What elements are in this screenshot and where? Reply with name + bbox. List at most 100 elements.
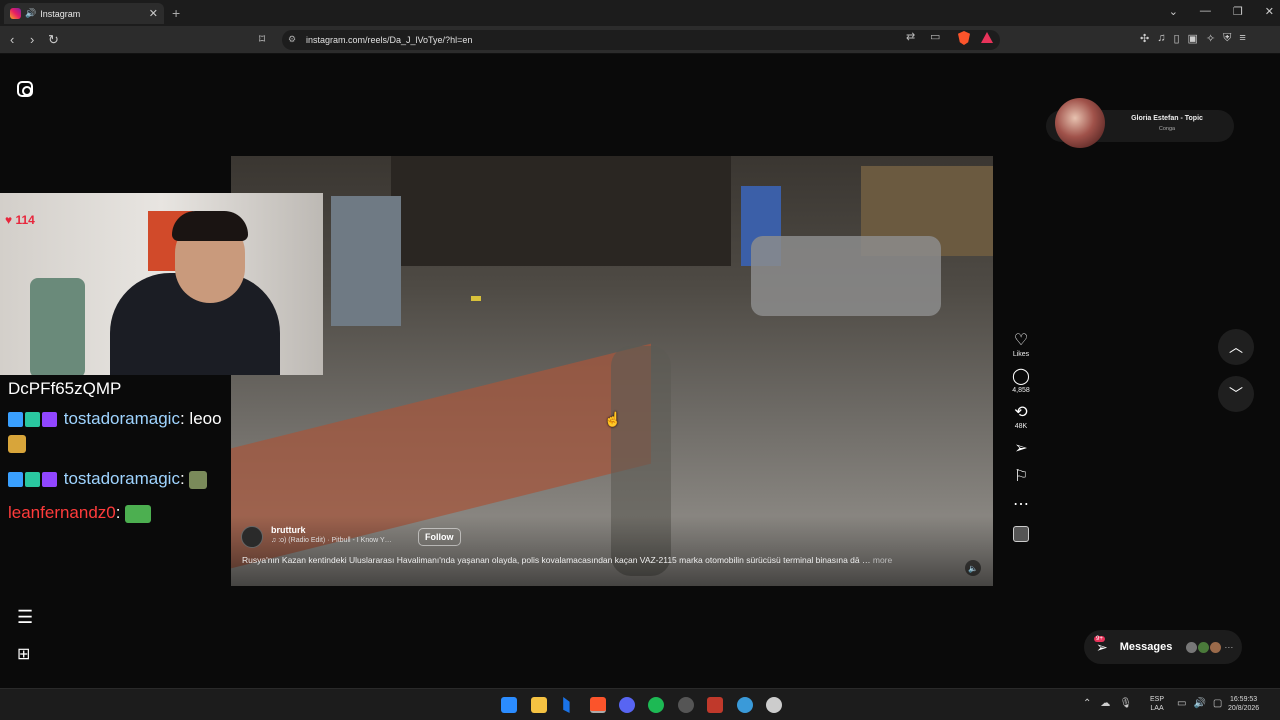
close-window-icon[interactable]: ✕	[1265, 5, 1274, 18]
chat-message: leanfernandz0:	[8, 503, 152, 523]
car-in-terminal	[751, 236, 941, 316]
site-settings-icon[interactable]: ⚙	[288, 34, 296, 45]
more-icon: ⋯	[1013, 496, 1029, 513]
vpn-icon[interactable]: ⛨	[1223, 32, 1231, 45]
comment-button[interactable]: ◯ 4,858	[1012, 368, 1030, 394]
discord-icon[interactable]	[619, 697, 635, 713]
sub-badge-icon	[25, 412, 40, 428]
comments-count: 4,858	[1012, 387, 1030, 394]
chevron-up-icon: ︿	[1229, 339, 1243, 355]
comment-icon: ◯	[1012, 368, 1030, 385]
sword-badge-icon	[8, 472, 23, 488]
mute-button[interactable]: 🔈	[965, 560, 981, 576]
chevron-up-icon[interactable]: ⌃	[1083, 698, 1091, 709]
caption-more-link[interactable]: more	[873, 555, 892, 565]
network-tray-icon[interactable]: ☁	[1100, 698, 1110, 709]
ccleaner-icon[interactable]	[766, 697, 782, 713]
file-explorer-icon[interactable]	[531, 697, 547, 713]
chat-message: tostadoramagic:	[8, 469, 208, 489]
more-icon: ⋯	[1224, 641, 1234, 652]
brave-rewards-icon[interactable]	[981, 32, 993, 43]
messages-button[interactable]: ➢ 9+ Messages ⋯	[1084, 630, 1242, 664]
audio-thumbnail[interactable]	[1013, 526, 1029, 542]
streamer-webcam: ♥ 114	[0, 193, 323, 375]
bing-icon[interactable]	[563, 697, 570, 713]
media-icon[interactable]: ♫	[1157, 32, 1165, 45]
chat-username: DcPFf65zQMP	[8, 379, 122, 398]
previous-reel-button[interactable]: ︿	[1218, 329, 1254, 365]
avatar	[1198, 641, 1210, 653]
windows-start-icon[interactable]	[501, 697, 517, 713]
restore-icon[interactable]: ❐	[1233, 5, 1243, 18]
minimize-icon[interactable]: —	[1200, 5, 1211, 18]
address-bar[interactable]: ⚙ instagram.com/reels/Da_J_lVoTye/?hl=en	[282, 30, 1000, 50]
wallet-icon[interactable]: ▣	[1188, 32, 1198, 45]
terminal-windows	[391, 156, 731, 266]
reload-icon[interactable]: ↻	[48, 32, 59, 48]
audio-playing-icon[interactable]: 🔊	[25, 8, 36, 19]
leo-icon[interactable]: ✧	[1206, 32, 1215, 45]
sword-badge-icon	[8, 412, 23, 428]
keyboard-layout: LAA	[1150, 705, 1164, 712]
bookmark-icon[interactable]: ⌑	[259, 32, 265, 46]
menu-icon[interactable]: ≡	[1239, 32, 1245, 45]
volume-icon: 🔊	[1193, 698, 1206, 709]
sub-badge-icon	[25, 472, 40, 488]
messages-badge: 9+	[1094, 636, 1105, 642]
extensions-icon[interactable]: ✣	[1140, 32, 1149, 45]
next-reel-button[interactable]: ﹀	[1218, 376, 1254, 412]
recorder-icon[interactable]	[707, 697, 723, 713]
instagram-favicon-icon	[10, 8, 21, 19]
thermos	[30, 278, 85, 375]
prime-badge-icon	[42, 412, 57, 428]
save-button[interactable]: ⚐	[1014, 468, 1028, 486]
chevron-down-icon: ﹀	[1229, 386, 1243, 402]
repost-icon: ⟲	[1014, 404, 1028, 421]
more-menu-icon[interactable]: ☰	[17, 607, 33, 628]
also-from-meta-icon[interactable]: ⊞	[17, 644, 30, 664]
more-options-button[interactable]: ⋯	[1013, 496, 1029, 514]
now-playing-title: Gloria Estefan - Topic	[1131, 115, 1203, 122]
clock[interactable]: 16:59:53 20/8/2026	[1228, 695, 1259, 713]
microphone-icon[interactable]: 🎙	[1119, 698, 1132, 709]
tab-instagram[interactable]: 🔊 Instagram ✕	[4, 3, 164, 24]
forward-icon[interactable]: ›	[30, 32, 34, 47]
back-icon[interactable]: ‹	[10, 32, 14, 47]
share-button[interactable]: ➢	[1014, 440, 1027, 458]
instagram-logo-icon[interactable]	[17, 81, 33, 97]
reel-caption[interactable]: Rusya'nın Kazan kentindeki Uluslararası …	[242, 555, 962, 565]
lang-code: ESP	[1150, 696, 1165, 703]
repost-button[interactable]: ⟲ 48K	[1014, 404, 1027, 430]
audio-track[interactable]: ♫ :o) (Radio Edit) · Pitbull - I Know Y…	[271, 537, 392, 544]
emote-icon	[189, 470, 208, 489]
tab-title: Instagram	[40, 8, 81, 19]
chat-emote-line	[8, 433, 26, 453]
message-avatars	[1186, 641, 1222, 653]
reel-video[interactable]: brutturk ♫ :o) (Radio Edit) · Pitbull - …	[231, 156, 993, 586]
cast-icon[interactable]: ▭	[930, 30, 940, 43]
translate-icon[interactable]: ⇄	[906, 30, 915, 43]
system-tray: ⌃ ☁ 🎙	[1083, 698, 1132, 709]
chat-text: leoo	[189, 409, 222, 428]
tab-search-icon[interactable]: ⌄	[1169, 5, 1178, 18]
obs-icon[interactable]	[678, 697, 694, 713]
like-button[interactable]: ♡ Likes	[1013, 332, 1029, 358]
speaker-icon: 🔈	[968, 563, 978, 573]
quick-settings[interactable]: ▭ 🔊 ▢	[1177, 698, 1222, 709]
mouse-cursor-icon: ☝	[604, 411, 622, 427]
brave-taskbar-icon[interactable]	[590, 697, 606, 713]
stream-chat: DcPFf65zQMP tostadoramagic: leoo tostado…	[0, 375, 323, 535]
sidebar-icon[interactable]: ▯	[1173, 32, 1179, 45]
url-text: instagram.com/reels/Da_J_lVoTye/?hl=en	[306, 35, 473, 45]
atm-machines	[331, 196, 401, 326]
chat-username: leanfernandz0	[8, 503, 116, 522]
new-tab-button[interactable]: +	[172, 5, 180, 21]
follow-button[interactable]: Follow	[418, 528, 461, 546]
spotify-icon[interactable]	[648, 697, 664, 713]
caption-gradient	[231, 516, 993, 586]
language-indicator[interactable]: ESP LAA	[1150, 695, 1164, 713]
close-tab-icon[interactable]: ✕	[149, 7, 158, 20]
pepe-emote-icon	[125, 504, 152, 523]
globe-app-icon[interactable]	[737, 697, 753, 713]
now-playing-subtitle: Conga	[1158, 126, 1176, 132]
